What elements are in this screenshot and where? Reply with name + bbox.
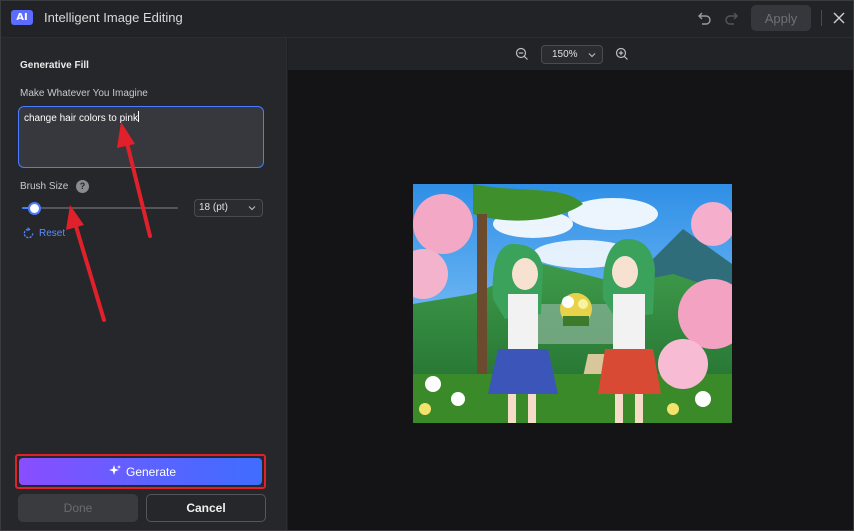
titlebar: AI Intelligent Image Editing Apply xyxy=(1,1,853,38)
reset-label: Reset xyxy=(39,228,66,239)
reset-icon xyxy=(23,227,34,239)
prompt-label: Make Whatever You Imagine xyxy=(20,88,148,99)
slider-handle[interactable] xyxy=(28,202,41,215)
apply-button[interactable]: Apply xyxy=(751,5,811,31)
brush-size-slider[interactable] xyxy=(22,202,178,215)
canvas-area: 150% xyxy=(288,38,853,530)
zoom-toolbar: 150% xyxy=(288,38,853,70)
brush-size-label: Brush Size xyxy=(20,181,69,192)
prompt-textarea[interactable]: change hair colors to pink xyxy=(18,106,264,168)
text-cursor xyxy=(137,111,139,122)
sparkle-icon xyxy=(109,465,121,475)
undo-icon[interactable] xyxy=(695,9,713,27)
generate-label: Generate xyxy=(126,465,177,479)
zoom-out-icon[interactable] xyxy=(515,47,529,61)
close-icon[interactable] xyxy=(831,10,847,26)
window-title: Intelligent Image Editing xyxy=(44,10,183,25)
app-window: AI Intelligent Image Editing Apply Gener… xyxy=(0,0,854,531)
chevron-down-icon xyxy=(248,206,256,211)
redo-icon[interactable] xyxy=(723,9,741,27)
cancel-button[interactable]: Cancel xyxy=(146,494,266,522)
section-title: Generative Fill xyxy=(20,60,89,71)
generate-button[interactable]: Generate xyxy=(19,458,262,485)
generative-fill-panel: Generative Fill Make Whatever You Imagin… xyxy=(1,38,287,530)
titlebar-divider xyxy=(821,10,822,26)
chevron-down-icon xyxy=(588,53,596,58)
zoom-in-icon[interactable] xyxy=(615,47,629,61)
done-button[interactable]: Done xyxy=(18,494,138,522)
brush-size-value: 18 (pt) xyxy=(199,202,228,213)
prompt-text: change hair colors to pink xyxy=(24,113,138,124)
generate-highlight: Generate xyxy=(15,454,266,489)
zoom-select[interactable]: 150% xyxy=(541,45,603,64)
app-logo: AI xyxy=(11,10,33,25)
brush-size-select[interactable]: 18 (pt) xyxy=(194,199,263,217)
help-icon[interactable]: ? xyxy=(76,180,89,193)
anime-girls-image[interactable] xyxy=(413,184,732,423)
zoom-level: 150% xyxy=(552,49,578,60)
